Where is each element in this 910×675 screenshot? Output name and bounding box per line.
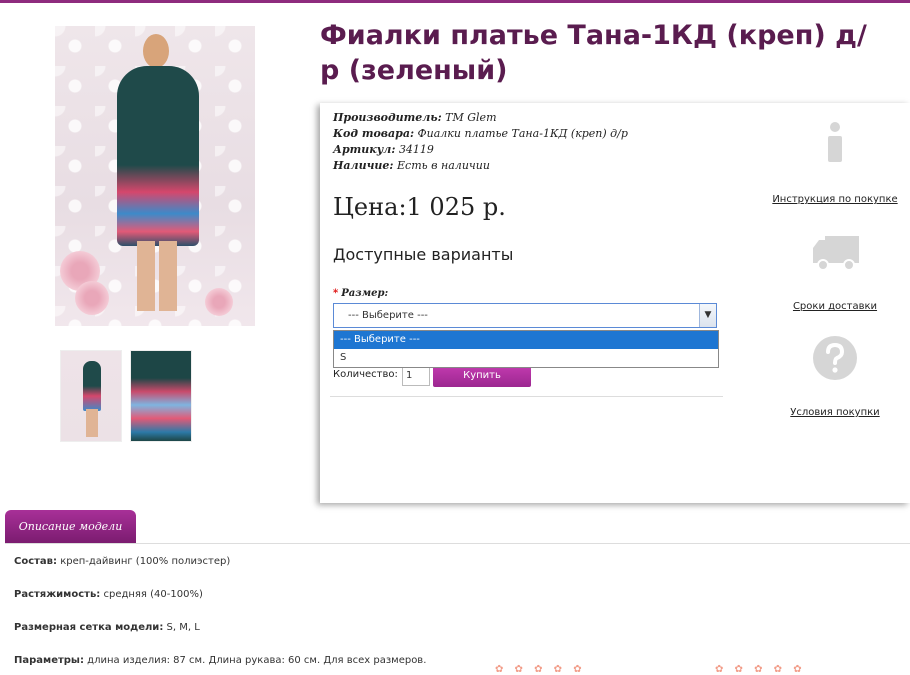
question-icon[interactable] <box>812 335 858 381</box>
params-label: Параметры: <box>14 655 84 666</box>
params-value: длина изделия: 87 см. Длина рукава: 60 с… <box>87 655 427 666</box>
meta-availability-label: Наличие: <box>333 159 394 172</box>
photo-model-head <box>143 34 169 68</box>
meta-manufacturer-value[interactable]: TM Glem <box>445 111 496 124</box>
truck-icon[interactable] <box>810 231 862 273</box>
size-select[interactable]: --- Выберите --- ▼ <box>333 303 717 328</box>
product-main-photo[interactable] <box>55 26 255 326</box>
bottom-decoration: ✿ ✿ ✿ ✿ ✿ <box>495 664 586 675</box>
composition-value: креп-дайвинг (100% полиэстер) <box>60 556 231 567</box>
chevron-down-icon[interactable]: ▼ <box>699 304 716 327</box>
meta-manufacturer-label: Производитель: <box>333 111 442 124</box>
quantity-input[interactable]: 1 <box>402 366 430 386</box>
required-mark: * <box>333 288 339 299</box>
photo-flower-decoration <box>75 281 109 315</box>
delivery-link[interactable]: Сроки доставки <box>760 301 910 312</box>
product-info-panel: Производитель: TM Glem Код товара: Фиалк… <box>320 103 910 503</box>
meta-availability: Наличие: Есть в наличии <box>333 158 628 174</box>
description-stretch: Растяжимость: средняя (40-100%) <box>14 589 203 600</box>
description-sizes: Размерная сетка модели: S, M, L <box>14 622 200 633</box>
conditions-link[interactable]: Условия покупки <box>760 407 910 418</box>
product-thumbnail-1[interactable] <box>60 350 122 442</box>
meta-availability-value: Есть в наличии <box>397 159 490 172</box>
info-icon[interactable] <box>820 121 850 163</box>
size-dropdown-list: --- Выберите --- S <box>333 330 719 368</box>
meta-sku-label: Артикул: <box>333 143 396 156</box>
thumbnail-model-legs <box>86 409 98 437</box>
size-option[interactable]: --- Выберите --- <box>334 331 718 349</box>
photo-flower-decoration <box>205 288 233 316</box>
size-label: * Размер: <box>333 288 388 299</box>
sizes-label: Размерная сетка модели: <box>14 622 164 633</box>
tab-description[interactable]: Описание модели <box>5 510 136 543</box>
description-composition: Состав: креп-дайвинг (100% полиэстер) <box>14 556 230 567</box>
meta-sku-value: 34119 <box>398 143 434 156</box>
top-accent-bar <box>0 0 910 3</box>
variants-heading: Доступные варианты <box>333 245 514 264</box>
thumbnail-model-dress <box>83 361 101 411</box>
meta-code-label: Код товара: <box>333 127 415 140</box>
buy-button[interactable]: Купить <box>433 365 531 387</box>
product-title: Фиалки платье Тана-1КД (креп) д/р (зелен… <box>320 20 867 86</box>
stretch-label: Растяжимость: <box>14 589 101 600</box>
sizes-value: S, M, L <box>166 622 200 633</box>
photo-model-dress <box>117 66 199 246</box>
size-label-text: Размер: <box>341 288 389 299</box>
photo-model-legs <box>137 241 177 311</box>
product-thumbnail-2[interactable] <box>130 350 192 442</box>
panel-divider <box>330 396 723 397</box>
meta-sku: Артикул: 34119 <box>333 142 628 158</box>
size-option[interactable]: S <box>334 349 718 367</box>
tab-divider <box>5 543 910 544</box>
description-params: Параметры: длина изделия: 87 см. Длина р… <box>14 655 426 666</box>
bottom-decoration: ✿ ✿ ✿ ✿ ✿ <box>715 664 806 675</box>
product-meta: Производитель: TM Glem Код товара: Фиалк… <box>333 110 628 174</box>
stretch-value: средняя (40-100%) <box>103 589 203 600</box>
product-price: Цена:1 025 р. <box>333 193 506 221</box>
meta-manufacturer: Производитель: TM Glem <box>333 110 628 126</box>
quantity-label: Количество: <box>333 369 398 380</box>
meta-code: Код товара: Фиалки платье Тана-1КД (креп… <box>333 126 628 142</box>
composition-label: Состав: <box>14 556 58 567</box>
instructions-link[interactable]: Инструкция по покупке <box>760 194 910 205</box>
meta-code-value: Фиалки платье Тана-1КД (креп) д/р <box>417 127 628 140</box>
size-select-value: --- Выберите --- <box>348 310 428 321</box>
